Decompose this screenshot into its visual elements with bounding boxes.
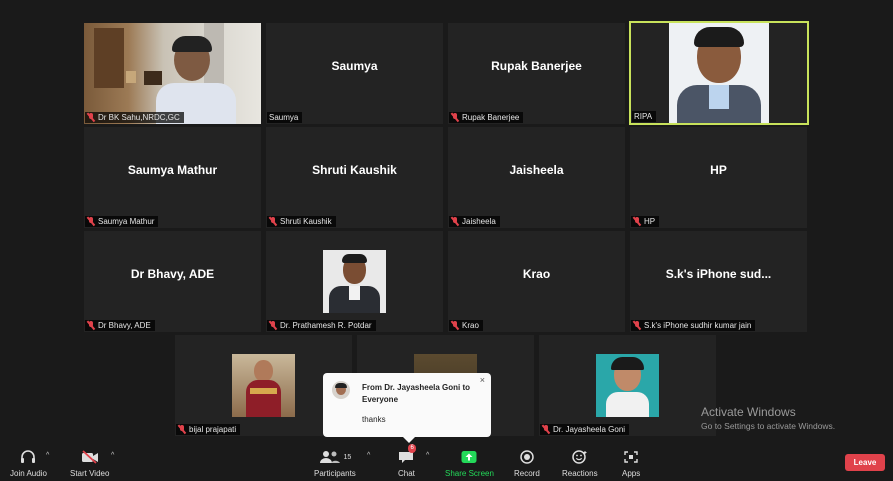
participant-display-name: Shruti Kaushik <box>312 163 397 177</box>
participant-display-name: S.k's iPhone sud... <box>665 267 772 281</box>
close-icon[interactable]: × <box>480 375 485 385</box>
participant-name-label: Dr Bhavy, ADE <box>85 320 155 331</box>
participants-count: 15 <box>343 453 352 461</box>
muted-mic-icon <box>87 321 95 330</box>
apps-icon <box>623 449 639 465</box>
chat-icon: 6 <box>398 444 416 465</box>
record-icon <box>519 449 535 465</box>
participant-name-label: Dr. Jayasheela Goni <box>540 424 630 435</box>
participant-tile[interactable]: Krao Krao <box>448 231 625 332</box>
chat-notification-popup[interactable]: From Dr. Jayasheela Goni to Everyone tha… <box>323 373 491 443</box>
sender-avatar <box>332 381 350 399</box>
muted-mic-icon <box>178 425 186 434</box>
muted-mic-icon <box>451 321 459 330</box>
muted-mic-icon <box>451 113 459 122</box>
participant-tile[interactable]: Dr. Prathamesh R. Potdar <box>266 231 443 332</box>
participant-tile[interactable]: Dr Bhavy, ADE Dr Bhavy, ADE <box>84 231 261 332</box>
participant-name-label: RIPA <box>632 111 657 122</box>
chat-message: thanks <box>362 415 386 424</box>
muted-mic-icon <box>87 113 95 122</box>
muted-mic-icon <box>542 425 550 434</box>
muted-mic-icon <box>87 217 95 226</box>
watermark-title: Activate Windows <box>701 405 796 419</box>
participants-button[interactable]: 15 Participants <box>314 449 356 478</box>
chat-options-chevron-icon[interactable]: ^ <box>426 452 429 459</box>
activate-windows-watermark: Activate Windows Go to Settings to activ… <box>701 405 835 431</box>
video-off-icon <box>81 449 99 465</box>
apps-label: Apps <box>622 469 641 478</box>
muted-mic-icon <box>269 321 277 330</box>
record-button[interactable]: Record <box>514 449 540 478</box>
participant-tile[interactable]: Dr BK Sahu,NRDC,GC <box>84 23 261 124</box>
participant-tile[interactable]: Rupak Banerjee Rupak Banerjee <box>448 23 625 124</box>
join-audio-label: Join Audio <box>10 469 47 478</box>
participant-name-label: HP <box>631 216 660 227</box>
participant-name-label: Krao <box>449 320 483 331</box>
participant-display-name: Jaisheela <box>509 163 564 177</box>
start-video-label: Start Video <box>70 469 110 478</box>
watermark-subtitle: Go to Settings to activate Windows. <box>701 421 836 431</box>
participant-display-name: Krao <box>522 267 551 281</box>
chat-label: Chat <box>398 469 415 478</box>
profile-picture <box>323 250 386 313</box>
participant-display-name: Saumya Mathur <box>127 163 218 177</box>
participant-name-label: Saumya <box>267 112 303 123</box>
reactions-label: Reactions <box>562 469 598 478</box>
participant-name-label: Dr. Prathamesh R. Potdar <box>267 320 376 331</box>
participant-name-label: bijal prajapati <box>176 424 241 435</box>
participant-name-label: Saumya Mathur <box>85 216 159 227</box>
muted-mic-icon <box>451 217 459 226</box>
participant-display-name: HP <box>710 163 727 177</box>
muted-mic-icon <box>633 321 641 330</box>
share-screen-button[interactable]: Share Screen <box>445 449 494 478</box>
reactions-button[interactable]: Reactions <box>562 449 598 478</box>
participant-tile[interactable]: Dr. Jayasheela Goni <box>539 335 716 436</box>
participant-name-label: S.k's iPhone sudhir kumar jain <box>631 320 756 331</box>
start-video-button[interactable]: Start Video <box>70 449 109 478</box>
chat-button[interactable]: 6 Chat <box>398 444 416 478</box>
participant-tile[interactable]: Jaisheela Jaisheela <box>448 127 625 228</box>
profile-picture <box>232 354 295 417</box>
chat-sender: From Dr. Jayasheela Goni to Everyone <box>362 383 471 404</box>
leave-button[interactable]: Leave <box>845 454 885 471</box>
share-screen-icon <box>461 449 477 465</box>
active-speaker-tile[interactable]: RIPA <box>629 21 809 125</box>
participant-display-name: Saumya <box>331 59 378 73</box>
record-label: Record <box>514 469 540 478</box>
audio-options-chevron-icon[interactable]: ^ <box>46 452 49 459</box>
participant-name-label: Shruti Kaushik <box>267 216 336 227</box>
participant-display-name: Rupak Banerjee <box>491 59 582 73</box>
participant-display-name: Dr Bhavy, ADE <box>130 267 215 281</box>
participant-name-label: Jaisheela <box>449 216 500 227</box>
participants-label: Participants <box>314 469 356 478</box>
chat-unread-badge: 6 <box>408 444 416 453</box>
apps-button[interactable]: Apps <box>622 449 640 478</box>
participants-icon: 15 <box>319 449 352 465</box>
headphones-icon <box>20 449 36 465</box>
participant-tile[interactable]: S.k's iPhone sud... S.k's iPhone sudhir … <box>630 231 807 332</box>
video-feed <box>84 23 261 124</box>
muted-mic-icon <box>269 217 277 226</box>
share-screen-label: Share Screen <box>445 469 494 478</box>
meeting-toolbar: Join Audio ^ Start Video ^ 15 Participan… <box>0 443 893 481</box>
participant-tile[interactable]: Saumya Mathur Saumya Mathur <box>84 127 261 228</box>
participant-tile[interactable]: Saumya Saumya <box>266 23 443 124</box>
participant-tile[interactable]: HP HP <box>630 127 807 228</box>
join-audio-button[interactable]: Join Audio <box>10 449 47 478</box>
profile-picture <box>596 354 659 417</box>
participant-name-label: Rupak Banerjee <box>449 112 524 123</box>
muted-mic-icon <box>633 217 641 226</box>
participant-name-label: Dr BK Sahu,NRDC,GC <box>85 112 184 123</box>
video-feed <box>669 23 769 123</box>
smiley-icon <box>572 449 588 465</box>
video-options-chevron-icon[interactable]: ^ <box>111 452 114 459</box>
participants-options-chevron-icon[interactable]: ^ <box>367 452 370 459</box>
participant-tile[interactable]: Shruti Kaushik Shruti Kaushik <box>266 127 443 228</box>
